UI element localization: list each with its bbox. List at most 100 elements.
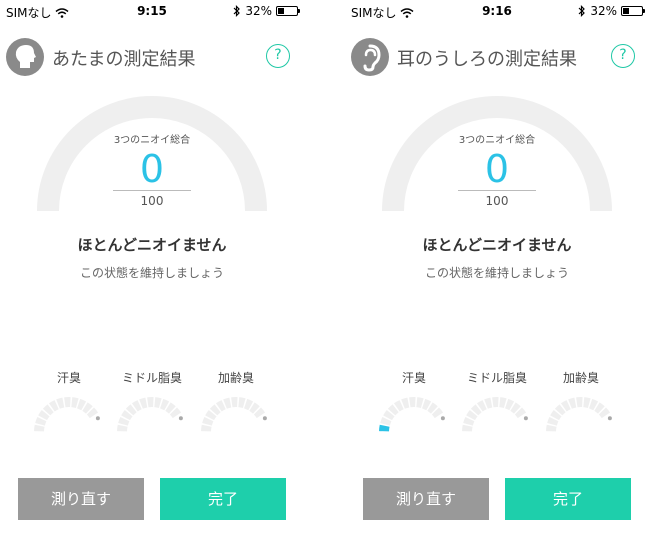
help-button[interactable]: ? xyxy=(611,44,635,68)
gauge-segment xyxy=(154,397,162,408)
result-header: 耳のうしろの測定結果 ? xyxy=(351,38,643,76)
gauge-segment xyxy=(205,410,217,421)
score-max: 100 xyxy=(140,194,164,208)
gauge-segment xyxy=(42,404,54,416)
sweat-gauge xyxy=(34,397,100,432)
category-label-aging: 加齢臭 xyxy=(217,371,254,385)
gauge-max-marker xyxy=(95,416,100,421)
gauge-segment xyxy=(215,400,226,412)
gauge-segment xyxy=(393,400,404,412)
gauge-segment xyxy=(470,404,482,416)
category-label-aging: 加齢臭 xyxy=(562,371,599,385)
gauge-segment xyxy=(462,424,473,432)
gauge-segment xyxy=(34,424,45,432)
gauge-max-marker xyxy=(262,416,267,421)
bluetooth-icon xyxy=(578,5,586,17)
ear-icon xyxy=(351,38,389,76)
sweat-gauge xyxy=(379,397,445,432)
total-score-value: 0 xyxy=(139,147,165,191)
gauge-caption: 3つのニオイ総合 xyxy=(113,135,191,146)
gauge-segment xyxy=(380,416,392,426)
status-bar: SIMなし 9:15 32% xyxy=(0,0,304,22)
gauge-segment xyxy=(82,402,93,414)
gauge-max-marker xyxy=(178,416,183,421)
gauge-segment xyxy=(568,397,577,409)
gauge-segment xyxy=(598,407,611,419)
gauge-max-marker xyxy=(607,416,612,421)
gauge-segment xyxy=(550,410,562,421)
gauge-segment xyxy=(201,424,212,432)
gauge-segment xyxy=(35,416,47,426)
gauge-caption: 3つのニオイ総合 xyxy=(458,135,536,146)
gauge-segment xyxy=(86,407,99,419)
gauge-segment xyxy=(594,402,605,414)
gauge-segment xyxy=(209,404,221,416)
bluetooth-icon xyxy=(233,5,241,17)
gauge-segment xyxy=(253,407,266,419)
gauge-segment xyxy=(588,398,599,411)
gauge-segment xyxy=(71,397,79,408)
gauge-segment xyxy=(379,424,390,432)
gauge-max-marker xyxy=(523,416,528,421)
score-divider xyxy=(458,190,536,191)
aging-gauge xyxy=(201,397,267,432)
screen-head-result: SIMなし 9:15 32% あたまの測定結果 ? 3つのニオイ総合 0 100… xyxy=(0,0,304,540)
gauge-segment xyxy=(546,424,557,432)
gauge-segment xyxy=(387,404,399,416)
battery-percent: 32% xyxy=(245,4,272,18)
gauge-segment xyxy=(383,410,395,421)
gauge-max-marker xyxy=(440,416,445,421)
middle-fat-gauge xyxy=(117,397,183,432)
gauge-segment xyxy=(117,424,128,432)
gauge-segment xyxy=(238,397,246,408)
gauge-segment xyxy=(243,398,254,411)
gauge-segment xyxy=(427,402,438,414)
score-max: 100 xyxy=(485,194,509,208)
gauge-segment xyxy=(476,400,487,412)
help-button[interactable]: ? xyxy=(266,44,290,68)
category-label-middle-fat: ミドル脂臭 xyxy=(121,371,182,385)
gauge-segment xyxy=(431,407,444,419)
gauge-segment xyxy=(169,407,182,419)
result-sub-message: この状態を維持しましょう xyxy=(79,266,224,280)
gauge-segment xyxy=(118,416,130,426)
gauge-segment xyxy=(202,416,214,426)
gauge-segment xyxy=(159,398,170,411)
total-score-value: 0 xyxy=(484,147,510,191)
gauge-segment xyxy=(416,397,424,408)
gauge-segment xyxy=(504,398,515,411)
result-sub-message: この状態を維持しましょう xyxy=(424,266,569,280)
gauge-segment xyxy=(76,398,87,411)
result-header: あたまの測定結果 ? xyxy=(6,38,298,76)
retry-button[interactable]: 測り直す xyxy=(363,478,489,520)
battery-percent: 32% xyxy=(590,4,617,18)
gauge-segment xyxy=(125,404,137,416)
head-profile-icon xyxy=(6,38,44,76)
status-bar: SIMなし 9:16 32% xyxy=(345,0,649,22)
result-message: ほとんどニオイません xyxy=(422,236,572,254)
gauge-segment xyxy=(514,407,527,419)
gauge-segment xyxy=(510,402,521,414)
category-label-sweat: 汗臭 xyxy=(56,371,81,385)
category-label-middle-fat: ミドル脂臭 xyxy=(466,371,527,385)
page-title: あたまの測定結果 xyxy=(52,49,196,70)
gauge-segment xyxy=(48,400,59,412)
gauge-segment xyxy=(56,397,65,409)
done-button[interactable]: 完了 xyxy=(160,478,286,520)
gauge-segment xyxy=(131,400,142,412)
gauge-segment xyxy=(165,402,176,414)
gauge-segment xyxy=(38,410,50,421)
middle-fat-gauge xyxy=(462,397,528,432)
gauge-segment xyxy=(560,400,571,412)
gauge-segment xyxy=(121,410,133,421)
retry-button[interactable]: 測り直す xyxy=(18,478,144,520)
gauge-segment xyxy=(499,397,507,408)
gauge-segment xyxy=(401,397,410,409)
done-button[interactable]: 完了 xyxy=(505,478,631,520)
gauge-segment xyxy=(554,404,566,416)
category-label-sweat: 汗臭 xyxy=(401,371,426,385)
gauge-segment xyxy=(139,397,148,409)
result-message: ほとんどニオイません xyxy=(77,236,227,254)
gauge-segment xyxy=(484,397,493,409)
battery-icon xyxy=(621,6,645,16)
